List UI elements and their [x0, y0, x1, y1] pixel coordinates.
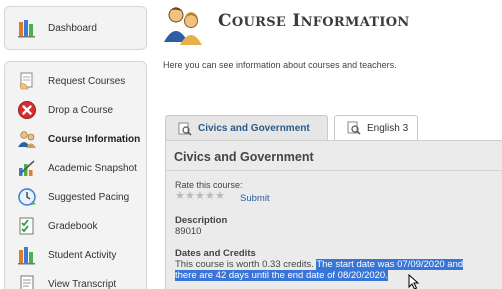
search-document-icon: [178, 122, 192, 136]
course-information-people-icon: [162, 4, 204, 46]
star-rating[interactable]: ★ ★ ★ ★ ★: [175, 191, 225, 202]
dates-credits-line2: there are 42 days until the end date of …: [175, 270, 388, 281]
document-icon: [17, 274, 37, 289]
people-icon: [17, 129, 37, 149]
sidebar-item-view-transcript[interactable]: View Transcript: [17, 273, 116, 289]
tab-civics-and-government[interactable]: Civics and Government: [165, 115, 328, 141]
chart-books-icon: [17, 245, 37, 265]
mouse-cursor-icon: [408, 273, 420, 289]
sidebar-item-label: View Transcript: [48, 278, 117, 289]
credits-text: This course is worth 0.33 credits.: [175, 259, 317, 270]
sidebar-item-academic-snapshot[interactable]: Academic Snapshot: [17, 157, 137, 179]
chart-books-icon: [17, 18, 37, 38]
dates-credits-line1: This course is worth 0.33 credits. The s…: [175, 259, 464, 270]
clock-arrow-icon: [17, 187, 37, 207]
red-x-icon: [17, 100, 37, 120]
sidebar-item-request-courses[interactable]: Request Courses: [17, 70, 125, 92]
sidebar-item-label: Gradebook: [48, 220, 98, 232]
tab-label: Civics and Government: [198, 123, 310, 134]
sidebar-nav: Request Courses Drop a Course Course Inf…: [4, 61, 147, 289]
form-hand-icon: [17, 71, 37, 91]
sidebar-item-student-activity[interactable]: Student Activity: [17, 244, 116, 266]
star-icon[interactable]: ★: [205, 191, 215, 202]
tab-label: English 3: [367, 122, 409, 134]
description-value: 89010: [175, 226, 202, 237]
sidebar-item-label: Drop a Course: [48, 104, 114, 116]
divider: [166, 170, 502, 171]
search-document-icon: [347, 121, 361, 135]
dates-credits-heading: Dates and Credits: [175, 248, 256, 259]
selected-text: The start date was 07/09/2020 and: [316, 259, 464, 270]
dashboard-link[interactable]: Dashboard: [17, 17, 97, 39]
course-title: Civics and Government: [174, 150, 314, 164]
star-icon[interactable]: ★: [185, 191, 195, 202]
dashboard-label: Dashboard: [48, 22, 97, 34]
sidebar-item-drop-course[interactable]: Drop a Course: [17, 99, 113, 121]
sidebar-item-course-information[interactable]: Course Information: [17, 128, 140, 150]
selected-text: there are 42 days until the end date of …: [175, 270, 388, 281]
sidebar-item-label: Suggested Pacing: [48, 191, 130, 203]
sidebar-item-label: Course Information: [48, 133, 141, 145]
chart-pen-icon: [17, 158, 37, 178]
checklist-icon: [17, 216, 37, 236]
sidebar-item-label: Student Activity: [48, 249, 117, 261]
sidebar-item-gradebook[interactable]: Gradebook: [17, 215, 97, 237]
sidebar-item-label: Academic Snapshot: [48, 162, 137, 174]
star-icon[interactable]: ★: [175, 191, 185, 202]
star-icon[interactable]: ★: [215, 191, 225, 202]
rate-course-label: Rate this course:: [175, 180, 243, 190]
intro-text: Here you can see information about cours…: [163, 60, 397, 70]
page-title: COURSE INFORMATION: [218, 11, 410, 31]
sidebar-item-dashboard[interactable]: Dashboard: [4, 6, 147, 50]
tab-english-3[interactable]: English 3: [334, 115, 418, 140]
sidebar-item-suggested-pacing[interactable]: Suggested Pacing: [17, 186, 129, 208]
sidebar-item-label: Request Courses: [48, 75, 126, 87]
star-icon[interactable]: ★: [195, 191, 205, 202]
description-heading: Description: [175, 215, 228, 226]
submit-rating-link[interactable]: Submit: [240, 193, 270, 204]
